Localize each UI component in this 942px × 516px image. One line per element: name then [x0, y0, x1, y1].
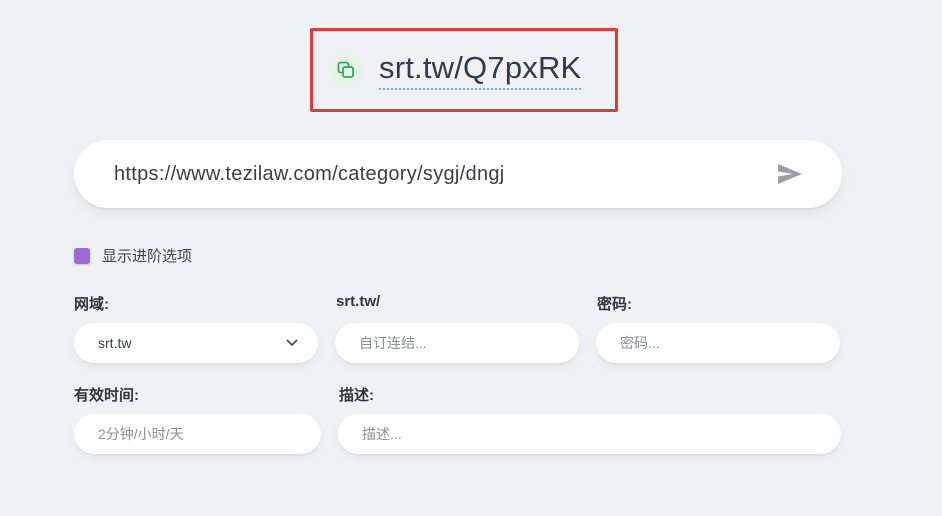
alias-label: srt.tw/	[336, 293, 381, 310]
expiry-label: 有效时间:	[74, 387, 139, 404]
domain-select-value: srt.tw	[98, 335, 132, 351]
advanced-options-label: 显示进阶选项	[102, 248, 193, 265]
shorten-button[interactable]	[760, 144, 820, 204]
advanced-options-toggle[interactable]: 显示进阶选项	[74, 245, 192, 266]
expiry-field	[74, 414, 321, 454]
url-input[interactable]	[74, 140, 760, 208]
url-bar	[74, 140, 842, 208]
domain-select[interactable]: srt.tw	[74, 323, 318, 363]
expiry-input[interactable]	[74, 414, 321, 454]
password-label: 密码:	[597, 296, 632, 313]
password-input[interactable]	[596, 323, 840, 363]
short-link-result: srt.tw/Q7pxRK	[310, 28, 618, 112]
send-icon	[778, 164, 802, 184]
description-label: 描述:	[339, 387, 374, 404]
domain-label: 网域:	[74, 296, 109, 313]
description-field	[338, 414, 841, 454]
copy-icon	[337, 61, 354, 78]
alias-field	[335, 323, 579, 363]
copy-button[interactable]	[329, 53, 363, 87]
advanced-options-checkbox[interactable]	[74, 247, 90, 264]
shortener-page: srt.tw/Q7pxRK 显示进阶选项 网域: srt.tw srt.tw/ …	[0, 0, 942, 516]
short-link[interactable]: srt.tw/Q7pxRK	[379, 50, 582, 90]
chevron-down-icon	[286, 339, 298, 347]
description-input[interactable]	[338, 414, 841, 454]
alias-input[interactable]	[335, 323, 579, 363]
password-field	[596, 323, 840, 363]
